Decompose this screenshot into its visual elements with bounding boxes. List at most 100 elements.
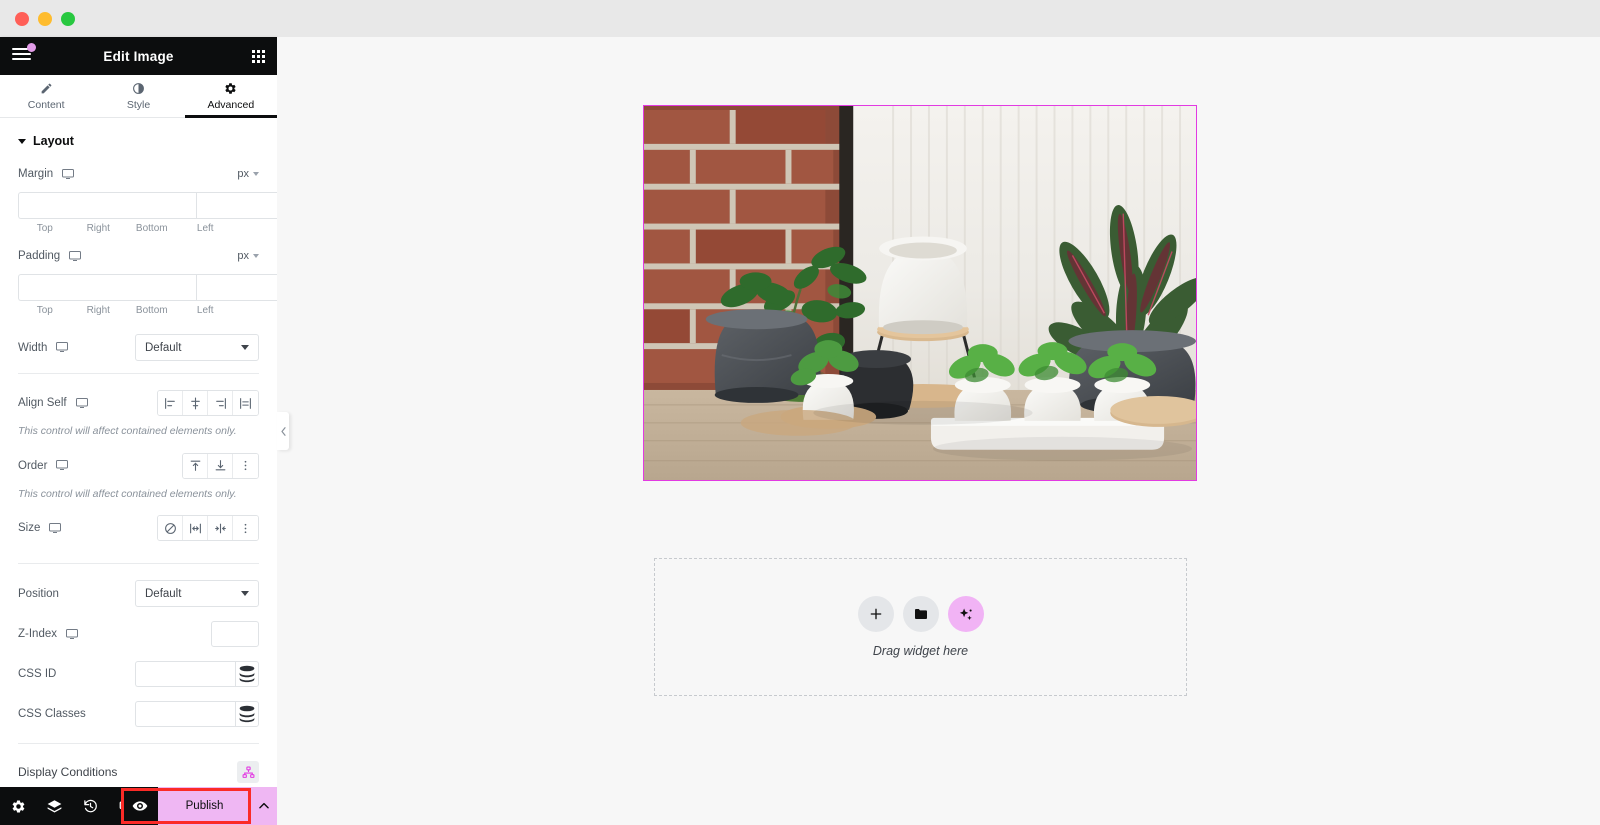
padding-label-group: Padding [18,250,82,262]
dropzone-label: Drag widget here [872,644,969,658]
publish-button[interactable]: Publish [158,787,251,825]
chevron-down-icon [253,172,259,176]
css-classes-label: CSS Classes [18,708,86,721]
size-choices [157,515,259,542]
elementor-editor: Edit Image Content Style Advanced Layout… [0,37,1600,825]
layers-icon [47,799,61,812]
preview-changes-button[interactable] [122,787,158,825]
section-layout-title: Layout [33,134,74,148]
width-select-value: Default [145,341,182,354]
align-self-stretch-button[interactable] [233,391,258,415]
tab-content-label: Content [27,98,65,111]
desktop-device-icon[interactable] [75,397,88,409]
size-control-row: Size [0,515,277,542]
padding-unit-value: px [237,250,249,262]
css-id-control-row: CSS ID [0,661,277,688]
order-note: This control will affect contained eleme… [18,487,237,500]
width-select[interactable]: Default [135,334,259,361]
desktop-device-icon[interactable] [49,522,62,534]
settings-button[interactable] [0,787,36,825]
window-close-button[interactable] [15,11,29,26]
size-custom-button[interactable] [233,516,258,541]
css-id-label: CSS ID [18,668,57,681]
order-start-button[interactable] [183,453,208,478]
css-classes-input[interactable] [135,701,235,728]
pencil-icon [40,82,53,95]
sitemap-icon[interactable] [237,761,259,784]
tab-advanced-label: Advanced [207,98,255,111]
divider [18,743,259,745]
window-titlebar [0,0,1600,37]
desktop-device-icon[interactable] [69,250,82,262]
z-index-input[interactable] [211,621,259,648]
publish-options-button[interactable] [251,787,277,825]
chevron-down-icon [241,591,249,597]
navigator-button[interactable] [36,787,72,825]
width-label: Width [18,341,48,354]
margin-unit-select[interactable]: px [237,168,259,180]
css-id-input[interactable] [135,661,235,688]
hamburger-icon[interactable] [12,43,36,64]
desktop-device-icon[interactable] [56,342,69,353]
size-grow-button[interactable] [183,516,208,541]
padding-dimensions: Top Right Bottom Left [0,274,277,316]
margin-unit-value: px [237,168,249,180]
padding-top-label: Top [36,305,53,316]
panel-header: Edit Image [0,37,277,75]
tab-style[interactable]: Style [92,75,184,117]
add-template-button[interactable] [902,596,939,632]
tab-style-label: Style [126,98,151,111]
css-classes-control-row: CSS Classes [0,701,277,728]
padding-top-input[interactable] [18,274,196,301]
image-widget[interactable] [643,105,1197,481]
window-zoom-button[interactable] [61,11,75,26]
window-minimize-button[interactable] [38,11,52,26]
position-select[interactable]: Default [135,580,259,608]
tab-content[interactable]: Content [0,75,92,117]
align-self-center-button[interactable] [183,391,208,415]
padding-right-input[interactable] [196,274,277,301]
section-layout-header[interactable]: Layout [0,118,277,162]
padding-right-label: Right [86,305,110,316]
margin-label: Margin [18,168,54,180]
history-button[interactable] [72,787,108,825]
divider [18,373,259,374]
margin-top-label: Top [36,223,53,234]
padding-control-row: Padding px [0,244,277,268]
divider [18,563,259,565]
position-select-value: Default [145,587,182,600]
tab-advanced[interactable]: Advanced [184,75,278,118]
order-end-button[interactable] [208,453,233,478]
desktop-device-icon[interactable] [56,460,69,471]
editor-panel: Edit Image Content Style Advanced Layout… [0,37,289,825]
margin-top-input[interactable] [18,192,196,219]
ai-builder-button[interactable] [947,596,984,632]
plants-photo [644,106,1196,480]
drag-widget-dropzone[interactable]: Drag widget here [654,558,1187,696]
display-conditions-row: Display Conditions [0,760,277,784]
size-none-button[interactable] [158,516,183,541]
dynamic-tags-icon[interactable] [235,661,259,688]
align-self-control-row: Align Self [0,390,277,416]
order-label: Order [18,459,48,472]
dynamic-tags-icon[interactable] [235,701,259,728]
add-element-button[interactable] [857,596,894,632]
padding-unit-select[interactable]: px [237,250,259,262]
align-self-end-button[interactable] [208,391,233,415]
chevron-down-icon [18,138,26,144]
size-label-group: Size [18,522,62,535]
size-shrink-button[interactable] [208,516,233,541]
apps-grid-icon[interactable] [252,49,265,63]
margin-right-input[interactable] [196,192,277,219]
align-self-start-button[interactable] [158,391,183,415]
canvas-preview[interactable]: Drag widget here [277,37,1600,825]
panel-collapse-toggle[interactable] [277,412,289,450]
desktop-device-icon[interactable] [66,628,78,640]
order-custom-button[interactable] [233,453,258,478]
padding-left-label: Left [196,305,214,316]
panel-body[interactable]: Layout Margin px Top Right Bottom Left P… [0,118,277,787]
size-label: Size [18,522,41,535]
align-self-note: This control will affect contained eleme… [18,425,237,437]
desktop-device-icon[interactable] [62,168,75,180]
